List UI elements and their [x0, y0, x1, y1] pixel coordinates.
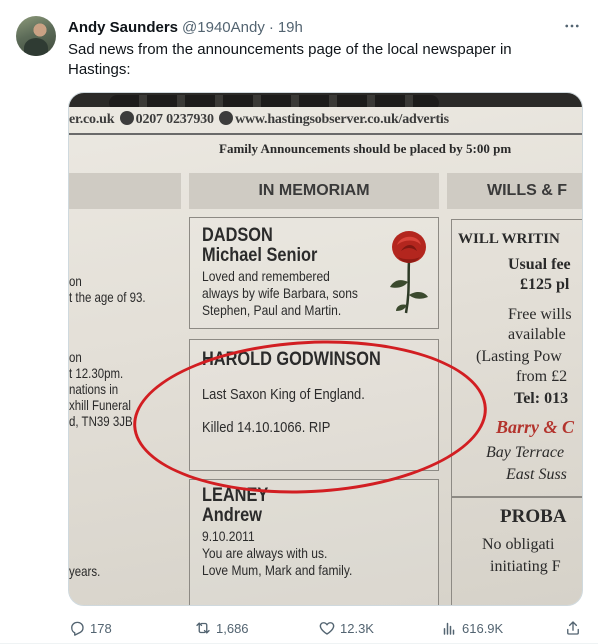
- address-line: Bay Terrace: [486, 444, 565, 461]
- action-bar: 178 1,686 12.3K 616.9K: [68, 616, 588, 640]
- firm-name: Barry & C: [496, 417, 575, 437]
- left-fragment: t 12.30pm.: [69, 365, 124, 381]
- more-horizontal-icon[interactable]: [562, 16, 582, 36]
- reply-icon: [71, 621, 84, 636]
- column-header-in-memoriam: IN MEMORIAM: [189, 173, 439, 209]
- notice-forename: Andrew: [202, 505, 262, 526]
- reply-count: 178: [90, 620, 112, 636]
- separator-dot: ·: [268, 18, 274, 36]
- left-fragment: xhill Funeral: [69, 397, 131, 413]
- notice-line: You are always with us.: [202, 545, 328, 561]
- share-button[interactable]: [564, 619, 582, 637]
- view-count: 616.9K: [462, 620, 504, 636]
- url-right: www.hastingsobserver.co.uk/advertis: [235, 112, 449, 127]
- ad-line: available: [508, 326, 566, 343]
- ad-line: £125 pl: [520, 276, 570, 293]
- avatar[interactable]: [16, 16, 56, 56]
- web-icon: [219, 111, 234, 125]
- left-fragment: t the age of 93.: [69, 289, 146, 305]
- ad-line: Tel: 013: [514, 390, 569, 407]
- share-icon: [567, 621, 579, 635]
- ad-line: (Lasting Pow: [476, 348, 562, 365]
- contact-line: er.co.uk 0207 0237930 www.hastingsobserv…: [69, 111, 449, 128]
- divider: [452, 496, 582, 498]
- heart-icon: [319, 622, 335, 635]
- repost-count: 1,686: [216, 620, 249, 636]
- column-header-wills: WILLS & F: [447, 173, 582, 209]
- repost-icon: [196, 622, 210, 634]
- ad-line: No obligati: [482, 536, 555, 553]
- phone-icon: [119, 111, 134, 125]
- rose-icon: [390, 231, 428, 314]
- left-fragment: years.: [69, 563, 101, 579]
- notice-line: 9.10.2011: [202, 528, 255, 544]
- author-handle[interactable]: @1940Andy: [182, 19, 265, 36]
- like-count: 12.3K: [340, 620, 374, 636]
- ad-line: initiating F: [490, 558, 561, 575]
- column-header-left: [69, 173, 181, 209]
- tweet-header: Andy Saunders @1940Andy · 19h: [68, 17, 303, 37]
- ad-line: Usual fee: [508, 256, 571, 273]
- like-button[interactable]: 12.3K: [318, 619, 374, 637]
- tweet-timestamp[interactable]: 19h: [278, 19, 303, 36]
- newspaper-page: er.co.uk 0207 0237930 www.hastingsobserv…: [69, 93, 582, 605]
- family-notice: Family Announcements should be placed by…: [219, 141, 512, 156]
- views-button[interactable]: 616.9K: [440, 619, 503, 637]
- ad-heading: WILL WRITIN: [458, 231, 560, 247]
- ad-line: from £2: [516, 368, 568, 385]
- address-line: East Suss: [506, 466, 567, 483]
- phone-number: 0207 0237930: [135, 112, 214, 127]
- ad-heading: PROBA: [500, 506, 567, 527]
- author-name[interactable]: Andy Saunders: [68, 19, 178, 36]
- analytics-icon: [443, 622, 455, 635]
- left-fragment: nations in: [69, 381, 119, 397]
- notice-line: always by wife Barbara, sons: [202, 285, 358, 301]
- repost-button[interactable]: 1,686: [194, 619, 249, 637]
- tweet-text: Sad news from the announcements page of …: [68, 41, 512, 78]
- divider: [69, 133, 582, 135]
- notice-line: Stephen, Paul and Martin.: [202, 302, 342, 318]
- left-fragment: on: [69, 273, 82, 289]
- notice-leaney: LEANEY Andrew 9.10.2011 You are always w…: [189, 479, 439, 605]
- notice-forename: Michael Senior: [202, 245, 318, 266]
- ad-line: Free wills: [508, 306, 572, 323]
- notice-surname: DADSON: [202, 225, 273, 246]
- masthead-strip: [69, 93, 582, 107]
- left-fragment: d, TN39 3JB.: [69, 413, 136, 429]
- tweet[interactable]: Andy Saunders @1940Andy · 19h Sad news f…: [0, 0, 598, 644]
- left-fragment: on: [69, 349, 82, 365]
- notice-line: Love Mum, Mark and family.: [202, 562, 353, 578]
- notice-line: Loved and remembered: [202, 268, 330, 284]
- url-left: er.co.uk: [69, 112, 115, 127]
- reply-button[interactable]: 178: [68, 619, 112, 637]
- tweet-photo[interactable]: er.co.uk 0207 0237930 www.hastingsobserv…: [68, 92, 583, 606]
